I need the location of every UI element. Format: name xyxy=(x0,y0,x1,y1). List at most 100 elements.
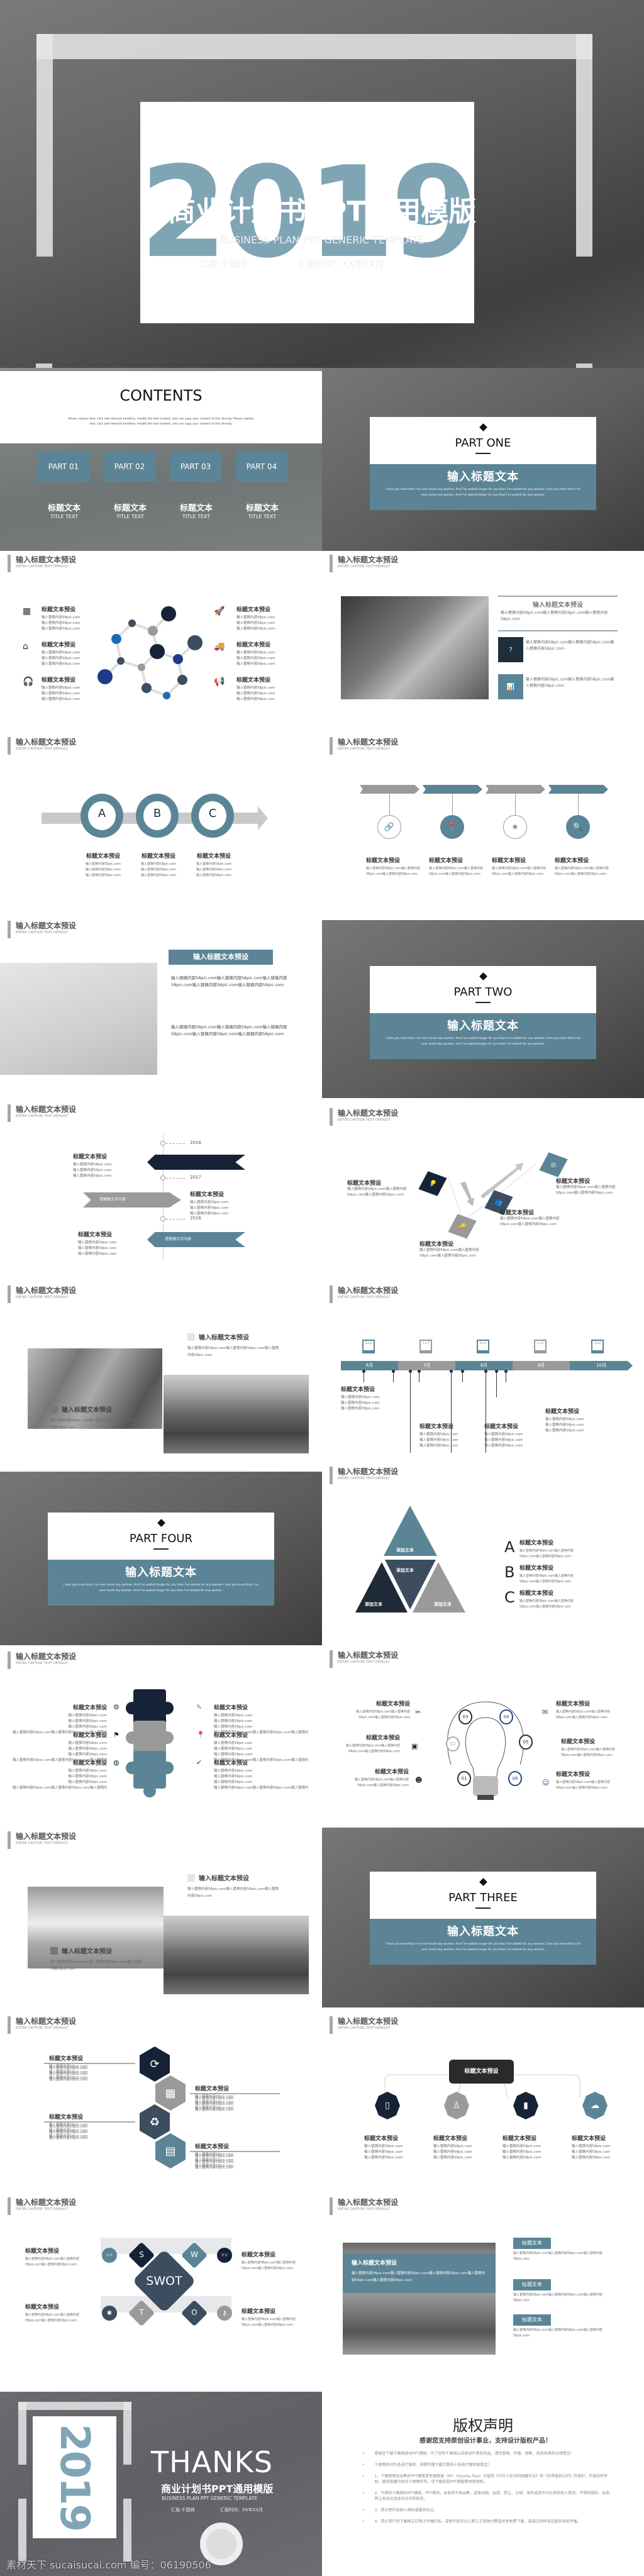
bullet: • xyxy=(362,2508,365,2512)
caption: 输入标题文本预设 ENTER CAPTION TEXT DEFAULT xyxy=(8,1104,76,1122)
molecule-slide[interactable]: 输入标题文本预设 ENTER CAPTION TEXT DEFAULT ▦ 标题文本… xyxy=(0,551,322,733)
chess-slide[interactable]: 输入标题文本预设 ENTER CAPTION TEXT DEFAULT 输入标题文… xyxy=(322,2192,644,2375)
tag-text: 输入替换内容58pic.com输入替换内容58pic.com输入替换内容58pi… xyxy=(513,2251,602,2261)
tag-label: 标题文本 xyxy=(513,2238,551,2249)
item-text: 输入替换内容58pic.com输入替换内容58pic.com输入替换内容58pi… xyxy=(492,867,546,876)
part-four-slide[interactable]: PART FOUR 输入标题文本 I love you more than I'v… xyxy=(0,1472,322,1645)
text-item: 标题文本预设输入替换内容58pic.com输入替换内容58pic.com输入替换… xyxy=(341,1385,397,1412)
notebook-icon: ▤ xyxy=(155,2133,186,2168)
icon-text: 输入替换内容58pic.com输入替换内容58pic.com输入替换内容58pi… xyxy=(526,640,614,651)
puzzle-slide[interactable]: 输入标题文本预设 ENTER CAPTION TEXT DEFAULT 标题文本预… xyxy=(0,1645,322,1828)
item-title: 标题文本预设 xyxy=(433,2136,468,2142)
swot-letter: S xyxy=(139,2250,144,2259)
part-box-2[interactable]: PART 02 xyxy=(104,452,155,482)
item-text: 输入替换内容58pic.com xyxy=(49,2136,88,2140)
text-item: 标题文本预设输入替换内容58pic.com输入替换内容58pic.com输入替换… xyxy=(42,605,104,632)
item-text: 输入替换内容58pic.com xyxy=(141,862,176,866)
part-box-3[interactable]: PART 03 xyxy=(170,452,221,482)
chevron-4 xyxy=(548,785,608,794)
item-text: 输入替换内容58pic.com xyxy=(195,2160,234,2164)
item-text: 输入替换内容58pic.com xyxy=(484,1438,523,1442)
abc-slide[interactable]: 输入标题文本预设 ENTER CAPTION TEXT DEFAULT A 标题文本… xyxy=(0,733,322,916)
step-number: 05 xyxy=(519,1735,533,1750)
part-three-slide[interactable]: PART THREE 输入标题文本 I love you more than I'… xyxy=(322,1828,644,2007)
item-title: 标题文本预设 xyxy=(519,1540,554,1546)
item-title: 标题文本预设 xyxy=(366,858,401,864)
item-title: 标题文本预设 xyxy=(49,2056,84,2062)
item-text: 输入替换内容58pic.com xyxy=(78,1241,117,1245)
year-timeline-slide[interactable]: 输入标题文本预设 ENTER CAPTION TEXT DEFAULT 2018 2… xyxy=(0,1098,322,1280)
item-text: 输入替换内容58pic.com xyxy=(42,627,80,631)
item-title: 标题文本预设 xyxy=(364,2136,399,2142)
chevron-icons-slide[interactable]: 输入标题文本预设 ENTER CAPTION TEXT DEFAULT 🔗 标题文本… xyxy=(322,733,644,916)
diamond-icon xyxy=(479,423,487,431)
item-text: 输入替换内容58pic.com xyxy=(236,697,275,701)
building-photos-slide[interactable]: 输入标题文本预设 ENTER CAPTION TEXT DEFAULT 输入标题文… xyxy=(0,1828,322,2010)
truck-icon: 🚚 xyxy=(214,641,225,652)
item-title: 标题文本预设 xyxy=(572,2136,606,2142)
rocket-icon: 🚀 xyxy=(214,606,225,616)
year-dash xyxy=(166,1143,185,1144)
hexagon-slide[interactable]: 输入标题文本预设 ENTER CAPTION TEXT DEFAULT ⟳ ▦ ♻ ▤ 标… xyxy=(0,2010,322,2192)
title-slide[interactable]: 2019 xyxy=(0,0,644,368)
item-title: 标题文本预设 xyxy=(561,1739,596,1745)
timeline-arrow: 请替换文字内容 xyxy=(147,1232,245,1247)
month-segment: 10月 xyxy=(570,1361,633,1370)
part-body: I love you more than I've ever loved any… xyxy=(386,1037,580,1046)
item-title: 标题文本预设 xyxy=(190,1192,225,1198)
connector-line xyxy=(515,794,516,816)
item-title: 标题文本预设 xyxy=(556,1772,591,1778)
copyright-slide[interactable]: 版权声明 感谢您支持原创设计事业，支持设计版权产品！ • 感谢您下载千图网原创PP… xyxy=(322,2387,644,2576)
plant-photo-slide[interactable]: 输入标题文本预设 ENTER CAPTION TEXT DEFAULT 输入标题文… xyxy=(0,916,322,1098)
atom xyxy=(142,683,152,693)
swot-slide[interactable]: 输入标题文本预设 ENTER CAPTION TEXT DEFAULT SWOT … xyxy=(0,2192,322,2375)
text-lines: 输入替换内容58pic.com 输入替换内容58pic.com 输入替换内容58pi… xyxy=(195,2154,258,2171)
text-item: 标题文本预设输入替换内容58pic.com输入替换内容58pic.com输入替换… xyxy=(556,1770,619,1791)
part-two-slide[interactable]: PART TWO 输入标题文本 I love you more than I've… xyxy=(322,920,644,1098)
atom xyxy=(163,692,170,699)
item-text: 输入替换内容58pic.com xyxy=(572,2150,611,2154)
brain-icon: ☻ xyxy=(415,1776,423,1784)
city-photos-slide[interactable]: 输入标题文本预设 ENTER CAPTION TEXT DEFAULT 输入标题文… xyxy=(0,1280,322,1463)
part-box-4[interactable]: PART 04 xyxy=(236,452,287,482)
text-item: 标题文本预设输入替换内容58pic.com输入替换内容58pic.com输入替换… xyxy=(214,1758,308,1791)
part-en-title: TITLE TEXT xyxy=(50,514,79,519)
item-text: 输入替换内容58pic.com xyxy=(214,1719,253,1723)
year-box: 2019 xyxy=(140,102,479,323)
cloud-icon: ☁ xyxy=(582,2092,608,2119)
org-tree-slide[interactable]: 输入标题文本预设 ENTER CAPTION TEXT DEFAULT 标题文本预… xyxy=(322,2010,644,2192)
part-card: PART FOUR 输入标题文本 I love you more than I'v… xyxy=(48,1513,274,1606)
diamond-steps-slide[interactable]: 输入标题文本预设 ENTER CAPTION TEXT DEFAULT 💡 🔑 👥… xyxy=(322,1104,644,1280)
item-text: 输入替换内容58pic.com xyxy=(195,2108,234,2112)
copyright-list: • 感谢您下载千图网原创PPT模板，为了您和千图网以及原创作者的利益，请勿复制、传… xyxy=(362,2451,614,2530)
photo-text-slide[interactable]: 输入标题文本预设 ENTER CAPTION TEXT DEFAULT 输入标题文… xyxy=(322,551,644,733)
contents-slide[interactable]: CONTENTS Please replace text, click add … xyxy=(0,368,322,551)
caption: 输入标题文本预设 ENTER CAPTION TEXT DEFAULT xyxy=(8,2016,76,2034)
caption: 输入标题文本预设 ENTER CAPTION TEXT DEFAULT xyxy=(330,555,398,572)
caption: 输入标题文本预设 ENTER CAPTION TEXT DEFAULT xyxy=(330,1650,398,1668)
atom xyxy=(173,654,183,664)
icon-text: 输入替换内容58pic.com输入替换内容58pic.com输入替换内容58pi… xyxy=(526,677,614,688)
month-segment: 7月 xyxy=(398,1361,455,1370)
overlay-text: 输入替换内容58pic.com输入替换内容58pic.com输入替换内容58pi… xyxy=(352,2272,486,2282)
part-box-1[interactable]: PART 01 xyxy=(38,452,89,482)
item-text: 输入替换内容58pic.com xyxy=(364,2145,403,2148)
tag-text: 输入替换内容58pic.com输入替换内容58pic.com输入替换内容58pi… xyxy=(513,2293,602,2302)
thanks-slide[interactable]: 2019 THANKS 商业计划书PPT通用模版 BUSINESS PLAN P… xyxy=(0,2392,322,2576)
part-one-slide[interactable]: PART ONE 输入标题文本 I love you more than I've… xyxy=(322,368,644,551)
part-heading: 输入标题文本 xyxy=(447,1019,519,1033)
item-title: 标题文本预设 xyxy=(419,1424,454,1430)
month-timeline-slide[interactable]: 输入标题文本预设 ENTER CAPTION TEXT DEFAULT 6月 1+2… xyxy=(322,1280,644,1463)
triangles-slide[interactable]: 输入标题文本预设 ENTER CAPTION TEXT DEFAULT 添加文本 … xyxy=(322,1463,644,1645)
watermark: 素材天下 sucaisucai.com 编号：06190506 xyxy=(6,2559,211,2571)
bulb-slide[interactable]: 输入标题文本预设 ENTER CAPTION TEXT DEFAULT 01 02 0… xyxy=(322,1645,644,1828)
box-title: 输入标题文本预设 xyxy=(533,602,583,609)
frame-left-bottom xyxy=(18,2499,26,2562)
part-label: PART FOUR xyxy=(129,1532,193,1545)
item-text: 输入替换内容58pic.com xyxy=(141,874,176,877)
thanks-time: 汇报时间：XX年XX月 xyxy=(220,2507,264,2512)
part-card: PART THREE 输入标题文本 I love you more than I'… xyxy=(370,1872,596,1965)
item-text: 输入替换内容58pic.com xyxy=(419,1444,458,1448)
item-text: 输入替换内容58pic.com xyxy=(341,1396,380,1399)
item-title: 标题文本预设 xyxy=(375,1701,410,1707)
